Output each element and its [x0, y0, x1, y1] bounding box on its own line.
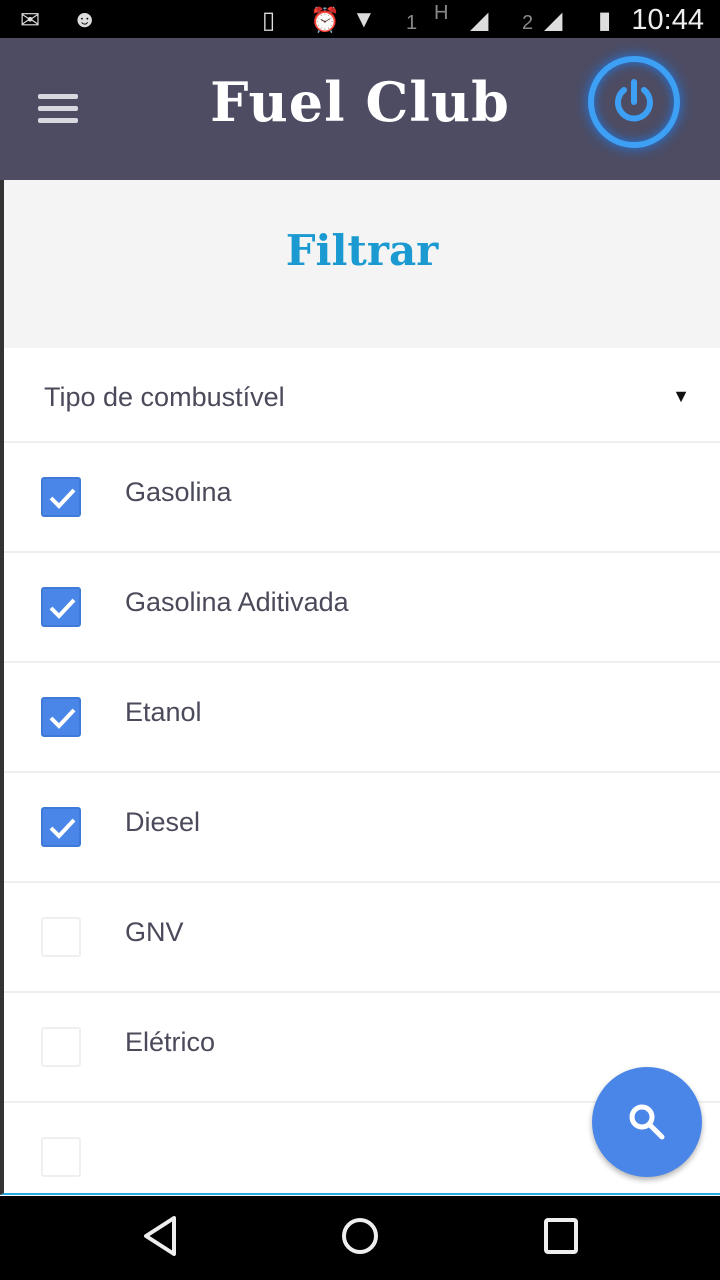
- fuel-option-label: Gasolina: [125, 477, 232, 507]
- back-icon: [144, 1216, 176, 1256]
- fuel-option-label: Elétrico: [125, 1027, 216, 1057]
- power-button[interactable]: [588, 56, 680, 148]
- search-icon: [629, 1104, 665, 1140]
- fuel-option-label: Etanol: [125, 697, 202, 727]
- fuel-option-checkbox[interactable]: [41, 697, 81, 737]
- fuel-option-row[interactable]: GNV: [4, 883, 720, 993]
- check-icon: [49, 708, 76, 729]
- check-icon: [49, 818, 76, 839]
- fuel-option-label: Diesel: [125, 807, 201, 837]
- vibrate-icon: ▯: [262, 7, 276, 34]
- status-bar: ✉ ☻ ▯ ⏰ ▼ 1 H ◢ 2 ◢ ▮ 10:44: [0, 0, 720, 38]
- sim2-label: 2: [522, 12, 534, 34]
- check-icon: [49, 598, 76, 619]
- alarm-icon: ⏰: [310, 7, 340, 34]
- app-bar: Fuel Club: [0, 38, 720, 180]
- battery-icon: ▮: [598, 7, 612, 34]
- wifi-icon: ▼: [352, 6, 376, 33]
- filter-title: Filtrar: [4, 180, 720, 348]
- fuel-option-checkbox[interactable]: [41, 1137, 81, 1177]
- recents-icon: [544, 1218, 578, 1254]
- fuel-option-label: GNV: [125, 917, 184, 947]
- mail-icon: ✉: [20, 7, 41, 34]
- fuel-option-row[interactable]: Gasolina Aditivada: [4, 553, 720, 663]
- fuel-option-checkbox[interactable]: [41, 807, 81, 847]
- back-button[interactable]: [140, 1214, 180, 1263]
- fuel-option-checkbox[interactable]: [41, 917, 81, 957]
- check-icon: [49, 488, 76, 509]
- fuel-type-dropdown[interactable]: Tipo de combustível ▼: [4, 348, 720, 443]
- clock: 10:44: [631, 4, 704, 36]
- fuel-option-row[interactable]: Etanol: [4, 663, 720, 773]
- network-type: H: [434, 2, 449, 24]
- navigation-bar: [0, 1196, 720, 1280]
- fuel-option-row[interactable]: Diesel: [4, 773, 720, 883]
- recents-button[interactable]: [542, 1214, 582, 1263]
- fuel-option-checkbox[interactable]: [41, 1027, 81, 1067]
- signal-icon: ◢: [544, 7, 563, 34]
- dropdown-label: Tipo de combustível: [44, 382, 285, 412]
- fuel-option-checkbox[interactable]: [41, 477, 81, 517]
- home-button[interactable]: [340, 1214, 380, 1263]
- home-icon: [342, 1218, 378, 1254]
- android-icon: ☻: [72, 6, 98, 33]
- fuel-option-checkbox[interactable]: [41, 587, 81, 627]
- sim1-label: 1: [406, 12, 418, 34]
- search-button[interactable]: [592, 1067, 702, 1177]
- fuel-option-row[interactable]: Gasolina: [4, 443, 720, 553]
- power-icon: [615, 79, 653, 122]
- filter-panel: Filtrar Tipo de combustível ▼ Gasolina Ga…: [0, 180, 720, 1195]
- dropdown-arrow-icon: ▼: [672, 386, 690, 406]
- signal-icon: ◢: [470, 7, 489, 34]
- fuel-option-label: Gasolina Aditivada: [125, 587, 349, 617]
